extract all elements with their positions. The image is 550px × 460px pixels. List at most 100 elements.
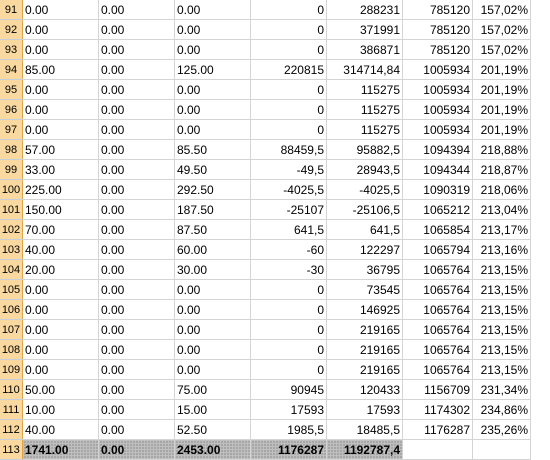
cell[interactable]: 213,15%: [472, 259, 531, 280]
cell[interactable]: 1741.00: [22, 439, 99, 460]
cell[interactable]: 0.00: [98, 379, 175, 400]
cell[interactable]: 0.00: [174, 39, 251, 60]
row-header[interactable]: 94: [0, 59, 23, 80]
cell[interactable]: 115275: [326, 79, 403, 100]
cell[interactable]: 40.00: [22, 239, 99, 260]
cell[interactable]: 231,34%: [472, 379, 531, 400]
cell[interactable]: 157,02%: [472, 19, 531, 40]
cell[interactable]: 1065764: [402, 339, 473, 360]
cell[interactable]: 73545: [326, 279, 403, 300]
cell[interactable]: 371991: [326, 19, 403, 40]
cell[interactable]: 201,19%: [472, 59, 531, 80]
row-header[interactable]: 95: [0, 79, 23, 100]
row-header[interactable]: 106: [0, 299, 23, 320]
row-header[interactable]: 91: [0, 0, 23, 20]
cell[interactable]: 213,15%: [472, 319, 531, 340]
cell[interactable]: 0.00: [98, 179, 175, 200]
cell[interactable]: 70.00: [22, 219, 99, 240]
cell[interactable]: 288231: [326, 0, 403, 20]
cell[interactable]: -49,5: [250, 159, 327, 180]
cell[interactable]: 0.00: [22, 99, 99, 120]
row-header[interactable]: 99: [0, 159, 23, 180]
cell[interactable]: 0.00: [22, 319, 99, 340]
cell[interactable]: 115275: [326, 99, 403, 120]
row-header[interactable]: 105: [0, 279, 23, 300]
cell[interactable]: 36795: [326, 259, 403, 280]
cell[interactable]: 0: [250, 359, 327, 380]
cell[interactable]: 2453.00: [174, 439, 251, 460]
cell[interactable]: -60: [250, 239, 327, 260]
row-header[interactable]: 102: [0, 219, 23, 240]
cell[interactable]: 0.00: [98, 19, 175, 40]
cell[interactable]: 213,17%: [472, 219, 531, 240]
cell[interactable]: 1065764: [402, 279, 473, 300]
cell[interactable]: 641,5: [250, 219, 327, 240]
row-header[interactable]: 100: [0, 179, 23, 200]
cell[interactable]: 0.00: [22, 339, 99, 360]
cell[interactable]: 115275: [326, 119, 403, 140]
cell[interactable]: 0.00: [174, 319, 251, 340]
cell[interactable]: 201,19%: [472, 79, 531, 100]
cell[interactable]: 292.50: [174, 179, 251, 200]
cell[interactable]: 1094394: [402, 139, 473, 160]
cell[interactable]: 0.00: [98, 139, 175, 160]
cell[interactable]: 49.50: [174, 159, 251, 180]
cell[interactable]: 50.00: [22, 379, 99, 400]
row-header[interactable]: 107: [0, 319, 23, 340]
cell[interactable]: 157,02%: [472, 39, 531, 60]
cell[interactable]: 88459,5: [250, 139, 327, 160]
cell[interactable]: 0.00: [174, 19, 251, 40]
cell[interactable]: 0.00: [98, 259, 175, 280]
cell[interactable]: 0.00: [174, 299, 251, 320]
cell[interactable]: 219165: [326, 339, 403, 360]
row-header[interactable]: 110: [0, 379, 23, 400]
row-header[interactable]: 98: [0, 139, 23, 160]
cell[interactable]: 0.00: [98, 39, 175, 60]
cell[interactable]: 0.00: [98, 439, 175, 460]
cell[interactable]: 57.00: [22, 139, 99, 160]
cell[interactable]: 218,88%: [472, 139, 531, 160]
cell[interactable]: 0.00: [174, 279, 251, 300]
cell[interactable]: -25106,5: [326, 199, 403, 220]
cell[interactable]: 0.00: [98, 299, 175, 320]
cell[interactable]: 10.00: [22, 399, 99, 420]
cell[interactable]: 641,5: [326, 219, 403, 240]
cell[interactable]: 201,19%: [472, 99, 531, 120]
cell[interactable]: 0: [250, 119, 327, 140]
cell[interactable]: 213,15%: [472, 279, 531, 300]
cell[interactable]: 0: [250, 19, 327, 40]
cell[interactable]: [472, 439, 531, 460]
cell[interactable]: 0.00: [174, 119, 251, 140]
cell[interactable]: 213,15%: [472, 339, 531, 360]
cell[interactable]: 218,87%: [472, 159, 531, 180]
cell[interactable]: 1192787,4: [326, 439, 403, 460]
cell[interactable]: 18485,5: [326, 419, 403, 440]
row-header[interactable]: 111: [0, 399, 23, 420]
cell[interactable]: 314714,84: [326, 59, 403, 80]
cell[interactable]: 0.00: [22, 119, 99, 140]
cell[interactable]: 219165: [326, 319, 403, 340]
cell[interactable]: 17593: [250, 399, 327, 420]
cell[interactable]: 1065764: [402, 299, 473, 320]
cell[interactable]: 1065764: [402, 319, 473, 340]
cell[interactable]: 150.00: [22, 199, 99, 220]
cell[interactable]: 1005934: [402, 79, 473, 100]
row-header[interactable]: 112: [0, 419, 23, 440]
cell[interactable]: 213,15%: [472, 359, 531, 380]
cell[interactable]: -25107: [250, 199, 327, 220]
cell[interactable]: 1005934: [402, 119, 473, 140]
cell[interactable]: 0: [250, 319, 327, 340]
cell[interactable]: 0.00: [174, 79, 251, 100]
cell[interactable]: 33.00: [22, 159, 99, 180]
cell[interactable]: 85.00: [22, 59, 99, 80]
cell[interactable]: 785120: [402, 39, 473, 60]
cell[interactable]: 20.00: [22, 259, 99, 280]
cell[interactable]: 15.00: [174, 399, 251, 420]
cell[interactable]: 213,16%: [472, 239, 531, 260]
cell[interactable]: 1065854: [402, 219, 473, 240]
cell[interactable]: 0.00: [174, 339, 251, 360]
row-header[interactable]: 93: [0, 39, 23, 60]
cell[interactable]: 1065764: [402, 359, 473, 380]
cell[interactable]: 219165: [326, 359, 403, 380]
cell[interactable]: 1005934: [402, 99, 473, 120]
